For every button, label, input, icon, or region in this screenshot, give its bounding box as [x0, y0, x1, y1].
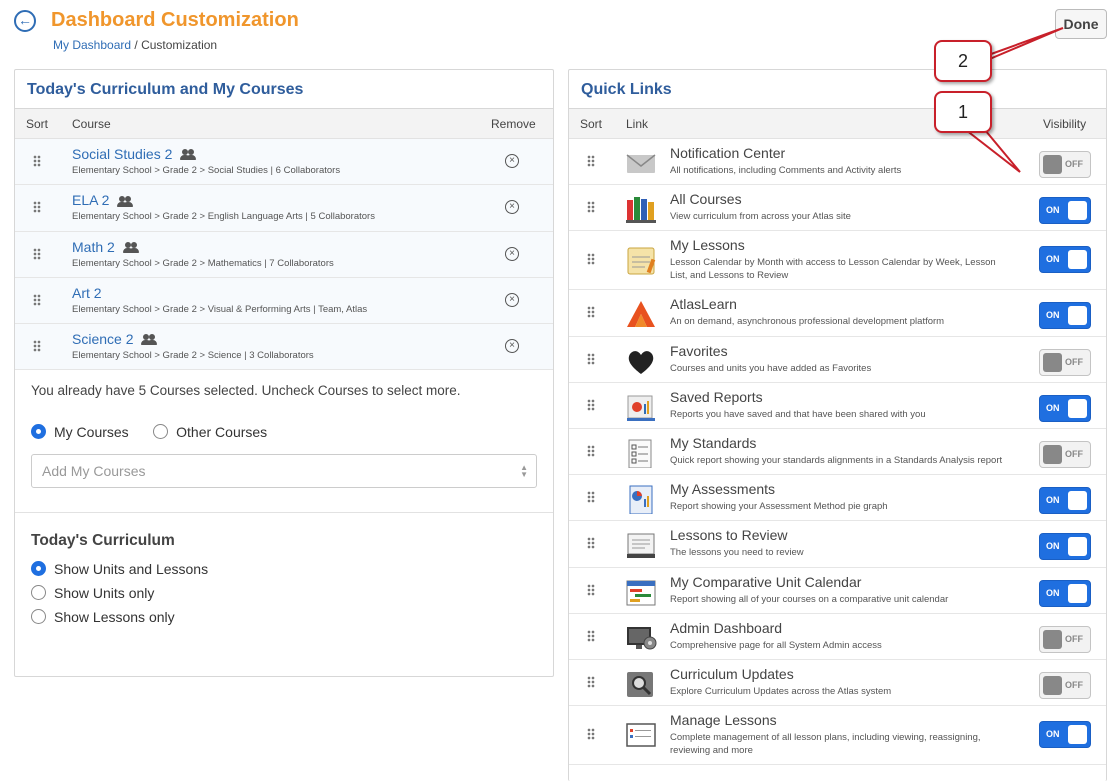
callout-2-pointer — [979, 27, 1064, 59]
callout-1: 1 — [934, 91, 992, 133]
callout-2: 2 — [934, 40, 992, 82]
callout-1-pointer — [963, 129, 1021, 173]
